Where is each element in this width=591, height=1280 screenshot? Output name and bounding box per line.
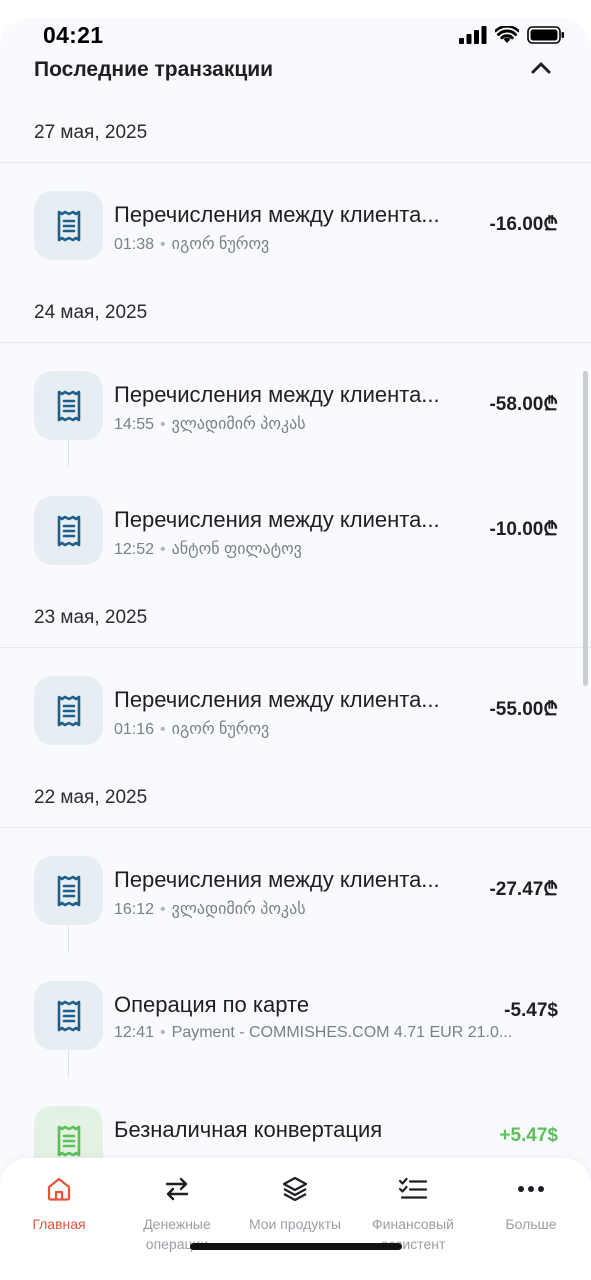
recent-transactions-header: Последние транзакции [0, 56, 591, 108]
separator-dot: • [160, 416, 166, 433]
transaction-meta: 14:55 • ვლადიმირ პოკას [114, 414, 544, 434]
transaction-title: Перечисления между клиента... [114, 687, 440, 712]
home-indicator[interactable] [190, 1243, 402, 1250]
date-label: 22 мая, 2025 [0, 773, 591, 828]
transaction-meta: 16:12 • ვლადიმირ პოკას [114, 899, 544, 919]
transaction-row[interactable]: Операция по карте 12:41 • Payment - COMMIS… [0, 924, 591, 1078]
transaction-party: იგორ ნუროვ [171, 721, 270, 738]
checklist-icon [354, 1174, 472, 1204]
separator-dot: • [160, 236, 166, 253]
transaction-party: ვლადიმირ პოკას [171, 416, 306, 433]
nav-home[interactable]: Главная [0, 1158, 118, 1280]
transaction-time: 01:16 [114, 721, 155, 738]
separator-dot: • [160, 721, 166, 738]
transaction-amount: -55.00₾ [489, 699, 558, 720]
transaction-row[interactable]: Перечисления между клиента... 12:52 • ანტო… [0, 439, 591, 593]
more-dots-icon [472, 1174, 590, 1204]
receipt-icon [34, 191, 103, 260]
chevron-up-icon [531, 61, 551, 80]
transaction-amount: -16.00₾ [489, 214, 558, 235]
transaction-party: Payment - COMMISHES.COM 4.71 EUR 21.0... [171, 1024, 513, 1041]
signal-icon [459, 26, 487, 49]
timeline-connector [68, 1049, 69, 1077]
date-label: 27 мая, 2025 [0, 108, 591, 163]
transactions-list: 27 мая, 2025 Перечисления между клиента.… [0, 108, 591, 1203]
home-icon [0, 1174, 118, 1204]
transaction-title: Операция по карте [114, 992, 310, 1017]
transaction-meta: 01:38 • იგორ ნუროვ [114, 234, 544, 254]
status-icons [459, 25, 565, 49]
date-group: 27 мая, 2025 Перечисления между клиента.… [0, 108, 591, 288]
transaction-time: 12:41 [114, 1024, 155, 1041]
transaction-amount: -58.00₾ [489, 394, 558, 415]
timeline-connector [68, 924, 69, 952]
date-label: 23 мая, 2025 [0, 593, 591, 648]
transaction-party: იგორ ნუროვ [171, 236, 270, 253]
status-bar: 04:21 [0, 18, 591, 56]
receipt-icon [34, 981, 103, 1050]
date-group: 23 мая, 2025 Перечисления между клиента.… [0, 593, 591, 773]
app-screen: 04:21 Последние транзакции 27 мая, 2025 … [0, 18, 591, 1280]
transaction-time: 01:38 [114, 236, 155, 253]
transaction-title: Перечисления между клиента... [114, 382, 440, 407]
battery-icon [527, 26, 565, 49]
scrollbar[interactable] [583, 371, 588, 686]
transaction-row[interactable]: Перечисления между клиента... 01:38 • იგორ… [0, 163, 591, 288]
transaction-meta: 12:52 • ანტონ ფილატოვ [114, 539, 544, 559]
layers-icon [236, 1174, 354, 1204]
transaction-time: 16:12 [114, 901, 155, 918]
separator-dot: • [160, 541, 166, 558]
section-title: Последние транзакции [34, 58, 274, 81]
collapse-button[interactable] [527, 56, 555, 84]
transaction-meta: 12:41 • Payment - COMMISHES.COM 4.71 EUR 2… [114, 1024, 544, 1042]
nav-more-label: Больше [505, 1216, 557, 1232]
transaction-amount: -5.47$ [504, 1000, 558, 1021]
transaction-row[interactable]: Перечисления между клиента... 16:12 • ვლად… [0, 828, 591, 953]
receipt-icon [34, 856, 103, 925]
transaction-amount: -27.47₾ [489, 879, 558, 900]
receipt-icon [34, 371, 103, 440]
transaction-meta: 01:16 • იგორ ნუროვ [114, 719, 544, 739]
transaction-party: ვლადიმირ პოკას [171, 901, 306, 918]
nav-my-products-label: Мои продукты [248, 1216, 342, 1232]
receipt-icon [34, 676, 103, 745]
timeline-connector [68, 439, 69, 467]
transaction-party: ანტონ ფილატოვ [171, 541, 302, 558]
transaction-amount: -10.00₾ [489, 519, 558, 540]
transaction-title: Безналичная конвертация [114, 1117, 383, 1142]
transaction-amount: +5.47$ [499, 1125, 558, 1146]
separator-dot: • [160, 1024, 166, 1041]
date-group: 22 мая, 2025 Перечисления между клиента.… [0, 773, 591, 1203]
transaction-title: Перечисления между клиента... [114, 867, 440, 892]
nav-financial-assistant[interactable]: Финансовый ассистент [354, 1158, 472, 1280]
transaction-time: 12:52 [114, 541, 155, 558]
transaction-title: Перечисления между клиента... [114, 202, 440, 227]
nav-home-label: Главная [32, 1216, 86, 1232]
nav-my-products[interactable]: Мои продукты [236, 1158, 354, 1280]
transfer-arrows-icon [118, 1174, 236, 1204]
date-group: 24 мая, 2025 Перечисления между клиента.… [0, 288, 591, 593]
transaction-row[interactable]: Перечисления между клиента... 01:16 • იგორ… [0, 648, 591, 773]
receipt-icon [34, 496, 103, 565]
transaction-row[interactable]: Перечисления между клиента... 14:55 • ვლად… [0, 343, 591, 468]
transaction-title: Перечисления между клиента... [114, 507, 440, 532]
bottom-navigation: Главная Денежные операции Мои продукты Ф… [0, 1158, 591, 1280]
status-time: 04:21 [43, 22, 104, 48]
date-label: 24 мая, 2025 [0, 288, 591, 343]
wifi-icon [494, 25, 520, 49]
separator-dot: • [160, 901, 166, 918]
nav-money-operations[interactable]: Денежные операции [118, 1158, 236, 1280]
transaction-time: 14:55 [114, 416, 155, 433]
nav-more[interactable]: Больше [472, 1158, 590, 1280]
